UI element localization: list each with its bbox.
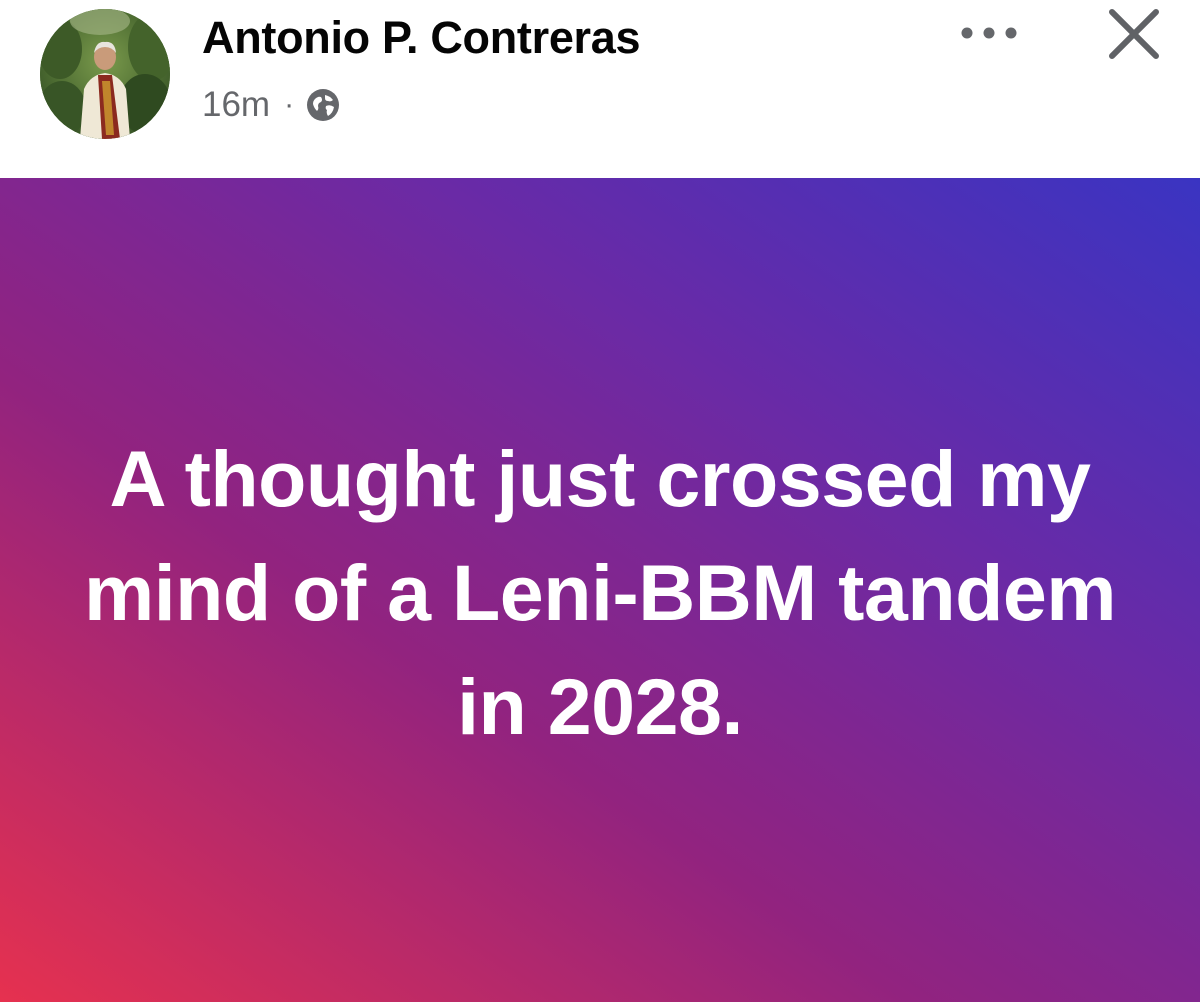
author-avatar[interactable] (40, 9, 170, 139)
close-icon (1109, 9, 1159, 59)
post-text: A thought just crossed my mind of a Leni… (83, 434, 1117, 751)
author-name[interactable]: Antonio P. Contreras (202, 12, 641, 64)
post-background-card: A thought just crossed my mind of a Leni… (0, 178, 1200, 1002)
more-options-button[interactable] (944, 8, 1034, 58)
post-meta: 16m · (202, 83, 340, 127)
avatar-photo (40, 9, 170, 139)
close-post-button[interactable] (1094, 0, 1174, 68)
globe-icon[interactable] (306, 88, 340, 122)
facebook-post: Antonio P. Contreras 16m · A thought jus… (0, 0, 1200, 1002)
post-timestamp[interactable]: 16m (202, 85, 270, 125)
meta-separator: · (284, 88, 295, 121)
post-header: Antonio P. Contreras 16m · (0, 0, 1200, 178)
more-horizontal-icon (961, 27, 1017, 39)
